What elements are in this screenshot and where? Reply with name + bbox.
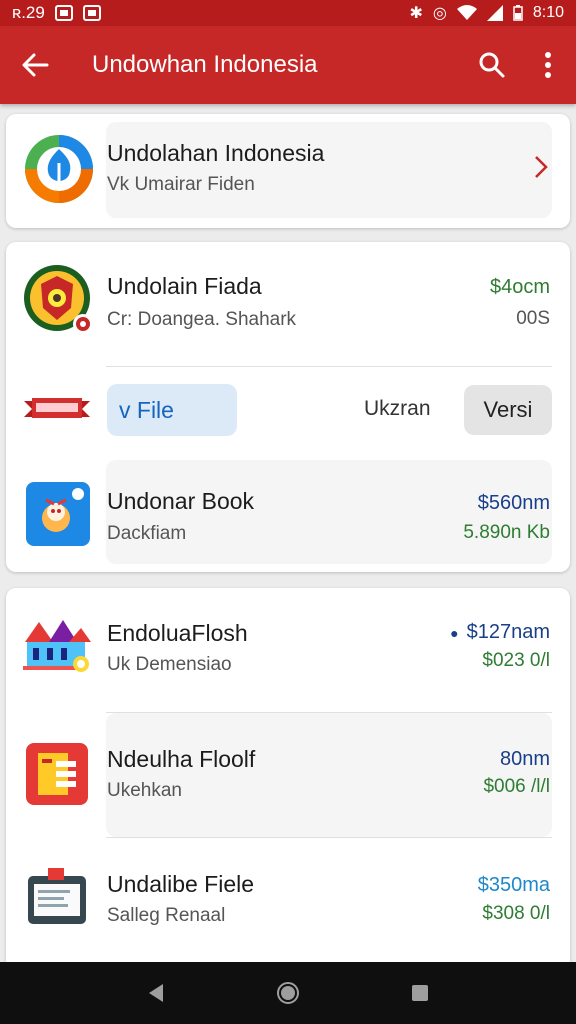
status-time-right: 8:10 bbox=[532, 4, 564, 21]
more-vert-icon bbox=[545, 52, 551, 78]
back-arrow-icon bbox=[22, 53, 49, 77]
search-icon bbox=[479, 52, 505, 78]
file-button[interactable]: v File bbox=[107, 384, 237, 436]
nav-recents-button[interactable] bbox=[400, 973, 440, 1013]
vibrate-icon: ◎ bbox=[432, 5, 447, 22]
downloads-card: EndoluaFlosh Uk Demensiao ● $127nam $023 … bbox=[6, 588, 570, 962]
book-app-icon bbox=[26, 482, 90, 546]
back-button[interactable] bbox=[0, 26, 70, 104]
item-meta: 5.890n Kb bbox=[463, 522, 550, 543]
item-subtitle: Salleg Renaal bbox=[107, 905, 226, 926]
header-subtitle: Vk Umairar Fiden bbox=[107, 174, 255, 195]
item-meta: 00S bbox=[516, 308, 550, 329]
item-subtitle: Cr: Doangea. Shahark bbox=[107, 309, 297, 330]
item-price: 80nm bbox=[499, 748, 550, 770]
nav-back-icon bbox=[149, 984, 163, 1002]
status-time-left: ʀ.29 bbox=[12, 3, 45, 22]
item-meta: $023 0/l bbox=[482, 650, 550, 671]
list-item[interactable]: EndoluaFlosh Uk Demensiao ● $127nam $023 … bbox=[6, 588, 570, 712]
document-app-icon bbox=[26, 743, 88, 805]
nav-home-button[interactable] bbox=[268, 973, 308, 1013]
item-price-wrap: ● $127nam bbox=[450, 621, 550, 644]
actions-label: Ukzran bbox=[364, 397, 431, 420]
nav-recents-icon bbox=[412, 985, 428, 1001]
app-bar-title: Undowhan Indonesia bbox=[92, 51, 318, 78]
item-subtitle: Uk Demensiao bbox=[107, 654, 232, 675]
files-card: Undolain Fiada Cr: Doangea. Shahark $4oc… bbox=[6, 242, 570, 572]
nav-home-icon bbox=[277, 982, 299, 1004]
item-price: $560nm bbox=[477, 492, 550, 514]
more-options-button[interactable] bbox=[520, 26, 576, 104]
ribbon-banner-icon bbox=[24, 398, 90, 418]
image-notification-icon bbox=[82, 5, 101, 21]
gallery-notification-icon bbox=[54, 5, 73, 21]
monitor-app-icon bbox=[28, 868, 86, 924]
item-title: Undolain Fiada bbox=[107, 273, 262, 299]
header-card[interactable]: Undolahan Indonesia Vk Umairar Fiden bbox=[6, 114, 570, 228]
list-item[interactable]: Ndeulha Floolf Ukehkan 80nm $006 /l/l bbox=[6, 713, 570, 837]
status-bar: ʀ.29 ✱ ◎ 8:10 bbox=[0, 0, 576, 26]
crest-emblem-icon bbox=[24, 265, 93, 334]
leaf-logo-icon bbox=[25, 135, 93, 203]
item-title: Undonar Book bbox=[107, 488, 255, 514]
list-item[interactable]: Undonar Book Dackfiam $560nm 5.890n Kb bbox=[6, 460, 570, 564]
bluetooth-icon: ✱ bbox=[409, 5, 423, 22]
system-nav-bar bbox=[0, 962, 576, 1024]
list-item[interactable]: Undolain Fiada Cr: Doangea. Shahark $4oc… bbox=[6, 242, 570, 366]
item-price: $4ocm bbox=[489, 276, 550, 298]
actions-row: v File Ukzran Versi bbox=[6, 367, 570, 451]
nav-back-button[interactable] bbox=[136, 973, 176, 1013]
chevron-right-icon bbox=[535, 156, 548, 178]
item-price: $350ma bbox=[477, 874, 550, 896]
header-title: Undolahan Indonesia bbox=[107, 140, 325, 166]
castle-building-icon bbox=[23, 620, 91, 672]
status-dot-icon: ● bbox=[450, 625, 459, 641]
signal-icon bbox=[486, 5, 503, 21]
item-title: Undalibe Fiele bbox=[107, 871, 255, 897]
item-meta: $006 /l/l bbox=[483, 776, 550, 797]
search-button[interactable] bbox=[464, 26, 520, 104]
item-meta: $308 0/l bbox=[482, 903, 550, 924]
item-subtitle: Ukehkan bbox=[107, 780, 182, 801]
battery-icon bbox=[513, 5, 523, 21]
wifi-icon bbox=[456, 5, 477, 20]
item-price: $127nam bbox=[466, 621, 550, 643]
status-icons: ✱ ◎ 8:10 bbox=[409, 3, 564, 23]
list-item[interactable]: Undalibe Fiele Salleg Renaal $350ma $308… bbox=[6, 838, 570, 962]
app-bar: Undowhan Indonesia bbox=[0, 26, 576, 104]
item-title: Ndeulha Floolf bbox=[107, 746, 256, 772]
version-button[interactable]: Versi bbox=[464, 385, 552, 435]
item-title: EndoluaFlosh bbox=[107, 620, 248, 646]
item-subtitle: Dackfiam bbox=[107, 523, 187, 544]
